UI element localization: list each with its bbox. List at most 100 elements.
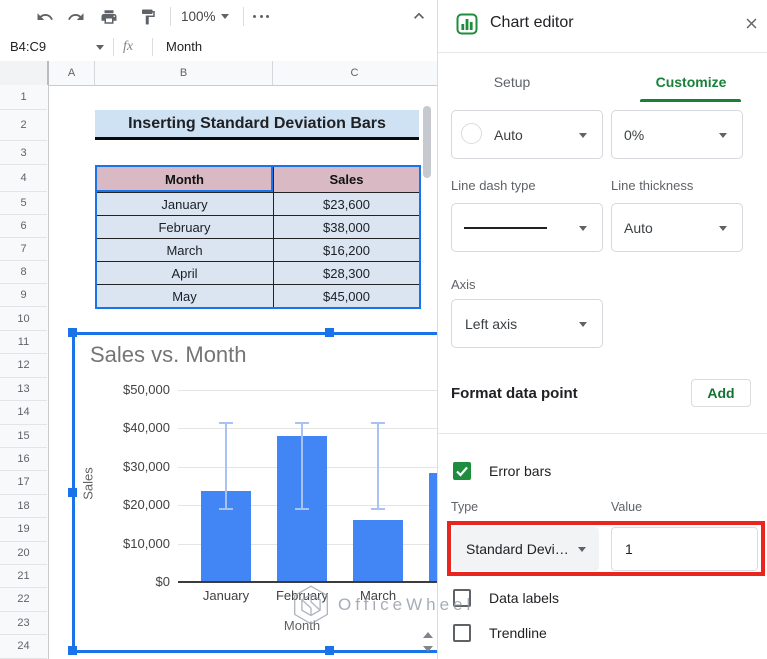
chevron-down-icon bbox=[579, 225, 587, 231]
print-icon[interactable] bbox=[100, 8, 118, 26]
chart-handle-bottom-middle[interactable] bbox=[325, 646, 334, 655]
chevron-down-icon bbox=[579, 132, 587, 138]
error-bar-cap-bottom bbox=[295, 507, 309, 510]
table-cell[interactable]: $23,600 bbox=[274, 193, 420, 216]
table-header-cell[interactable]: Sales bbox=[274, 166, 420, 193]
zoom-dropdown-caret-icon[interactable] bbox=[221, 14, 229, 19]
y-axis-tick-label: $10,000 bbox=[123, 535, 170, 551]
row-header-24[interactable]: 24 bbox=[0, 635, 47, 659]
error-bar-cap-bottom bbox=[371, 507, 385, 510]
y-axis-tick-label: $30,000 bbox=[123, 458, 170, 474]
series-color-value: Auto bbox=[494, 126, 523, 143]
error-bar-cap-top bbox=[219, 422, 233, 425]
toolbar: 100% bbox=[0, 0, 437, 34]
fx-icon: fx bbox=[123, 39, 134, 54]
name-box[interactable]: B4:C9 bbox=[10, 33, 46, 61]
toolbar-separator bbox=[243, 7, 244, 26]
undo-icon[interactable] bbox=[36, 8, 54, 26]
chevron-down-icon bbox=[719, 132, 727, 138]
row-header-13[interactable]: 13 bbox=[0, 378, 47, 402]
row-header-4[interactable]: 4 bbox=[0, 165, 47, 192]
table-cell[interactable]: $45,000 bbox=[274, 285, 420, 308]
row-header-6[interactable]: 6 bbox=[0, 215, 47, 238]
row-header-5[interactable]: 5 bbox=[0, 192, 47, 215]
error-bars-checkbox[interactable] bbox=[453, 462, 471, 480]
row-header-19[interactable]: 19 bbox=[0, 518, 47, 542]
table-cell[interactable]: May bbox=[96, 285, 274, 308]
row-header-9[interactable]: 9 bbox=[0, 284, 47, 307]
error-bar-line bbox=[301, 422, 303, 510]
chart-handle-top-middle[interactable] bbox=[325, 328, 334, 337]
data-table: Month Sales January $23,600 February $38,000 M… bbox=[95, 165, 421, 309]
panel-divider bbox=[438, 433, 767, 434]
active-tab-underline bbox=[640, 99, 741, 102]
row-header-11[interactable]: 11 bbox=[0, 331, 47, 355]
error-bar-value-input[interactable] bbox=[611, 527, 758, 571]
table-cell[interactable]: $28,300 bbox=[274, 262, 420, 285]
row-header-23[interactable]: 23 bbox=[0, 612, 47, 636]
row-header-12[interactable]: 12 bbox=[0, 354, 47, 378]
tab-customize[interactable]: Customize bbox=[646, 74, 736, 90]
chart-handle-top-left[interactable] bbox=[68, 328, 77, 337]
row-header-3[interactable]: 3 bbox=[0, 141, 47, 165]
axis-dropdown[interactable]: Left axis bbox=[451, 299, 603, 348]
row-header-18[interactable]: 18 bbox=[0, 495, 47, 519]
line-thickness-dropdown[interactable]: Auto bbox=[611, 203, 743, 252]
panel-divider bbox=[438, 52, 767, 53]
row-header-7[interactable]: 7 bbox=[0, 238, 47, 261]
trendline-checkbox[interactable] bbox=[453, 624, 471, 642]
scroll-up-icon[interactable] bbox=[423, 632, 433, 638]
select-all-corner[interactable] bbox=[0, 61, 49, 85]
collapse-toolbar-icon[interactable] bbox=[409, 6, 429, 26]
vertical-scrollbar-thumb[interactable] bbox=[423, 106, 431, 178]
close-icon[interactable] bbox=[743, 15, 760, 32]
chart-bar-april[interactable] bbox=[429, 473, 437, 582]
formula-bar-separator bbox=[113, 38, 114, 56]
data-labels-checkbox[interactable] bbox=[453, 589, 471, 607]
chevron-down-icon bbox=[578, 547, 586, 552]
row-header-2[interactable]: 2 bbox=[0, 110, 47, 141]
line-dash-type-dropdown[interactable] bbox=[451, 203, 603, 252]
row-header-17[interactable]: 17 bbox=[0, 471, 47, 495]
row-header-20[interactable]: 20 bbox=[0, 542, 47, 565]
series-color-dropdown[interactable]: Auto bbox=[451, 110, 603, 159]
embedded-chart[interactable]: Sales vs. Month Sales $0 $10,000 $20,000 $3… bbox=[74, 334, 437, 652]
paint-format-icon[interactable] bbox=[139, 8, 157, 26]
table-cell[interactable]: $38,000 bbox=[274, 216, 420, 239]
x-axis-tick-label: April bbox=[409, 588, 437, 603]
row-header-1[interactable]: 1 bbox=[0, 85, 47, 110]
table-cell[interactable]: March bbox=[96, 239, 274, 262]
scroll-down-icon[interactable] bbox=[423, 646, 433, 652]
zoom-control[interactable]: 100% bbox=[181, 9, 216, 24]
column-header-a[interactable]: A bbox=[49, 61, 95, 85]
table-cell[interactable]: April bbox=[96, 262, 274, 285]
fill-opacity-dropdown[interactable]: 0% bbox=[611, 110, 743, 159]
table-cell[interactable]: $16,200 bbox=[274, 239, 420, 262]
name-box-caret-icon[interactable] bbox=[96, 45, 104, 50]
chart-bar-march[interactable] bbox=[353, 519, 403, 582]
column-header-c[interactable]: C bbox=[273, 61, 436, 85]
tab-setup[interactable]: Setup bbox=[480, 74, 544, 90]
row-header-15[interactable]: 15 bbox=[0, 425, 47, 448]
fill-opacity-value: 0% bbox=[624, 126, 645, 143]
table-header-cell[interactable]: Month bbox=[96, 166, 274, 193]
more-options-icon[interactable] bbox=[253, 15, 269, 18]
redo-icon[interactable] bbox=[67, 8, 85, 26]
table-cell[interactable]: February bbox=[96, 216, 274, 239]
formula-input[interactable]: Month bbox=[166, 33, 202, 61]
toolbar-separator bbox=[170, 7, 171, 26]
column-header-b[interactable]: B bbox=[95, 61, 273, 85]
table-cell[interactable]: January bbox=[96, 193, 274, 216]
chart-handle-middle-left[interactable] bbox=[68, 488, 77, 497]
row-header-10[interactable]: 10 bbox=[0, 307, 47, 331]
add-data-point-button[interactable]: Add bbox=[691, 379, 751, 407]
chart-handle-bottom-left[interactable] bbox=[68, 646, 77, 655]
row-header-8[interactable]: 8 bbox=[0, 261, 47, 284]
row-header-14[interactable]: 14 bbox=[0, 401, 47, 425]
row-header-21[interactable]: 21 bbox=[0, 565, 47, 589]
row-header-22[interactable]: 22 bbox=[0, 588, 47, 612]
row-header-16[interactable]: 16 bbox=[0, 448, 47, 472]
error-bar-type-dropdown[interactable]: Standard Devi… bbox=[453, 527, 599, 571]
title-cell[interactable]: Inserting Standard Deviation Bars bbox=[95, 110, 419, 140]
axis-label: Axis bbox=[451, 277, 476, 292]
